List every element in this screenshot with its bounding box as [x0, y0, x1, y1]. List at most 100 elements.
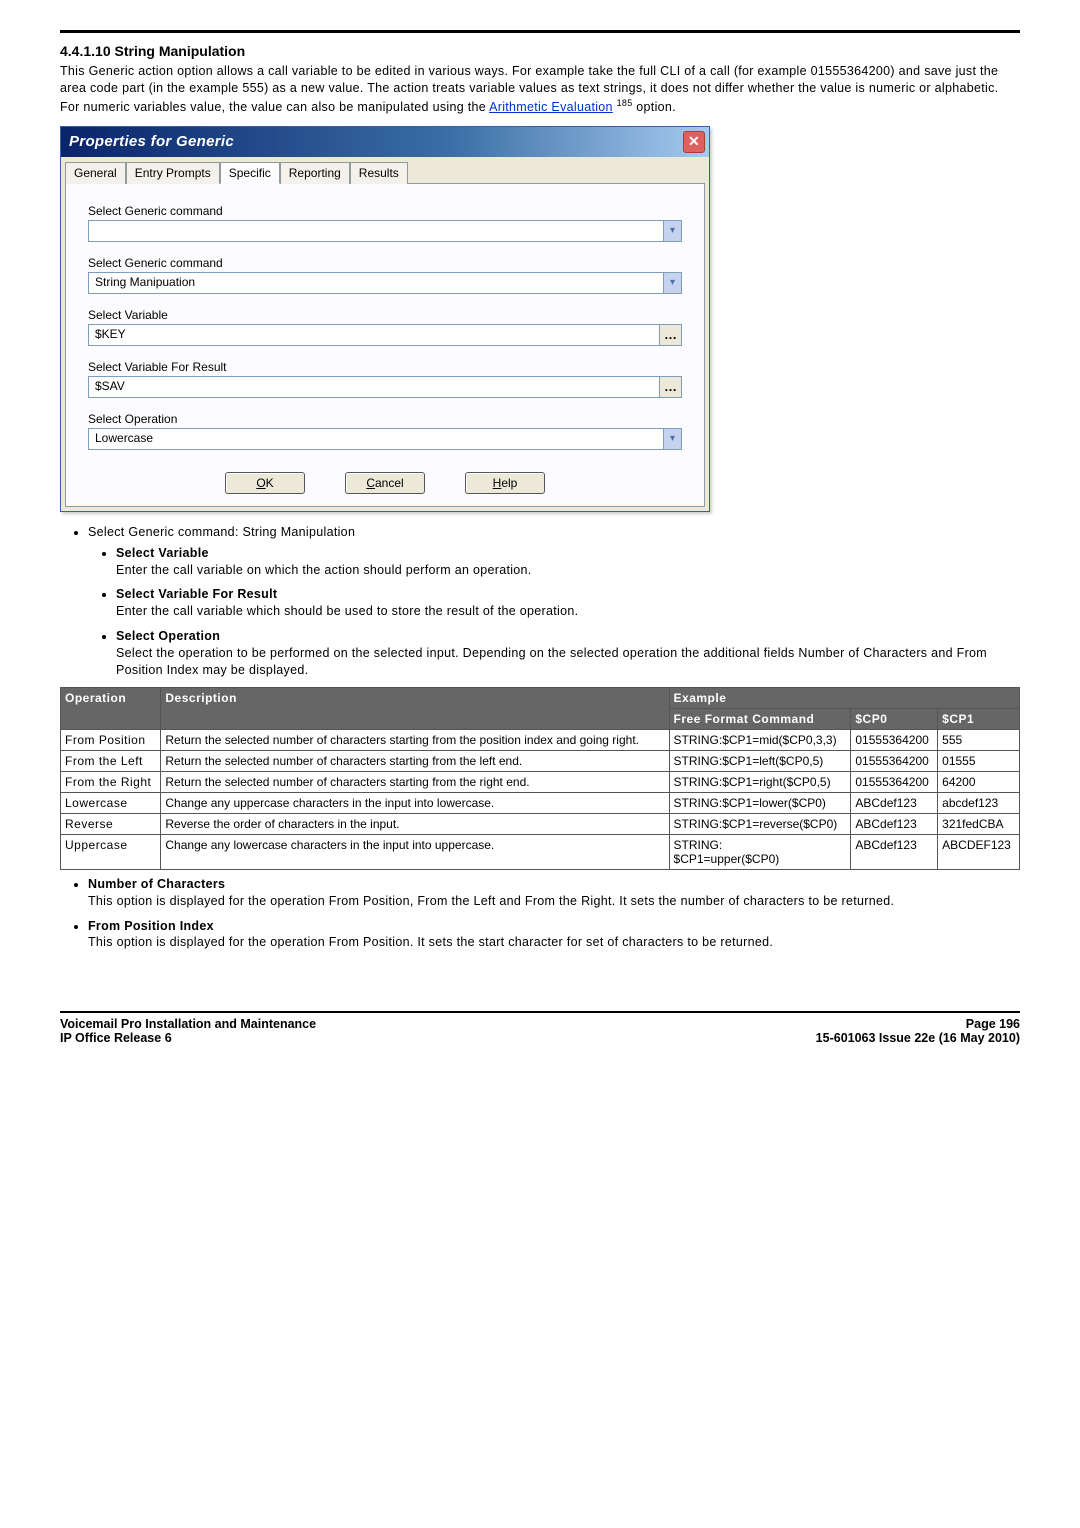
section-heading: 4.4.1.10 String Manipulation	[60, 43, 1020, 59]
ok-button[interactable]: OK	[225, 472, 305, 494]
so-title: Select Operation	[116, 629, 220, 643]
table-cell: Return the selected number of characters…	[161, 750, 669, 771]
table-cell: ABCdef123	[851, 834, 938, 869]
tab-reporting[interactable]: Reporting	[280, 162, 350, 184]
table-cell: 555	[938, 729, 1020, 750]
tab-results[interactable]: Results	[350, 162, 408, 184]
footer-right2: 15-601063 Issue 22e (16 May 2010)	[816, 1031, 1020, 1045]
table-cell: Lowercase	[61, 792, 161, 813]
chevron-down-icon[interactable]: ▾	[663, 429, 681, 449]
table-cell: ABCDEF123	[938, 834, 1020, 869]
so-text: Select the operation to be performed on …	[116, 646, 987, 677]
tabstrip: General Entry Prompts Specific Reporting…	[61, 157, 709, 183]
svr-title: Select Variable For Result	[116, 587, 277, 601]
table-row: From the RightReturn the selected number…	[61, 771, 1020, 792]
list-item: Select Generic command: String Manipulat…	[88, 524, 1020, 679]
table-cell: 01555364200	[851, 729, 938, 750]
svr-text: Enter the call variable which should be …	[116, 604, 578, 618]
table-cell: 321fedCBA	[938, 813, 1020, 834]
page-ref: 185	[617, 98, 633, 108]
dialog-body: Select Generic command ▾ Select Generic …	[65, 183, 705, 507]
th-ffc: Free Format Command	[669, 708, 851, 729]
table-cell: STRING:$CP1=lower($CP0)	[669, 792, 851, 813]
th-operation: Operation	[61, 687, 161, 729]
th-cp1: $CP1	[938, 708, 1020, 729]
arithmetic-eval-link[interactable]: Arithmetic Evaluation	[489, 100, 613, 114]
table-cell: Return the selected number of characters…	[161, 771, 669, 792]
cancel-button[interactable]: Cancel	[345, 472, 425, 494]
fpi-text: This option is displayed for the operati…	[88, 935, 773, 949]
sv-title: Select Variable	[116, 546, 209, 560]
generic-cmd2-value: String Manipuation	[89, 273, 663, 293]
page-footer: Voicemail Pro Installation and Maintenan…	[60, 1011, 1020, 1045]
generic-cmd-label: Select Generic command	[88, 204, 682, 218]
intro-part2: option.	[636, 100, 676, 114]
generic-cmd2-label: Select Generic command	[88, 256, 682, 270]
table-cell: STRING: $CP1=upper($CP0)	[669, 834, 851, 869]
list-item: Select Variable For Result Enter the cal…	[116, 586, 1020, 620]
table-row: ReverseReverse the order of characters i…	[61, 813, 1020, 834]
select-op-label: Select Operation	[88, 412, 682, 426]
table-cell: From the Right	[61, 771, 161, 792]
noc-title: Number of Characters	[88, 877, 225, 891]
sv-text: Enter the call variable on which the act…	[116, 563, 532, 577]
table-row: LowercaseChange any uppercase characters…	[61, 792, 1020, 813]
table-cell: Return the selected number of characters…	[161, 729, 669, 750]
top-rule	[60, 30, 1020, 33]
th-description: Description	[161, 687, 669, 729]
select-var-value: $KEY	[89, 325, 659, 345]
list-item: From Position Index This option is displ…	[88, 918, 1020, 952]
table-cell: 01555364200	[851, 771, 938, 792]
chevron-down-icon[interactable]: ▾	[663, 273, 681, 293]
table-cell: STRING:$CP1=right($CP0,5)	[669, 771, 851, 792]
th-cp0: $CP0	[851, 708, 938, 729]
noc-text: This option is displayed for the operati…	[88, 894, 894, 908]
tab-specific[interactable]: Specific	[220, 162, 280, 184]
close-icon[interactable]: ✕	[683, 131, 705, 153]
list-item: Number of Characters This option is disp…	[88, 876, 1020, 910]
fpi-title: From Position Index	[88, 919, 214, 933]
properties-dialog: Properties for Generic ✕ General Entry P…	[60, 126, 710, 512]
select-op-value: Lowercase	[89, 429, 663, 449]
ellipsis-icon[interactable]: …	[659, 325, 681, 345]
dialog-title: Properties for Generic	[69, 133, 234, 150]
list-item: Select Variable Enter the call variable …	[116, 545, 1020, 579]
table-cell: 64200	[938, 771, 1020, 792]
th-example: Example	[669, 687, 1019, 708]
table-cell: STRING:$CP1=left($CP0,5)	[669, 750, 851, 771]
dialog-titlebar: Properties for Generic ✕	[61, 127, 709, 157]
generic-cmd-value	[89, 221, 663, 241]
ellipsis-icon[interactable]: …	[659, 377, 681, 397]
table-cell: From Position	[61, 729, 161, 750]
generic-cmd-combo[interactable]: ▾	[88, 220, 682, 242]
table-cell: 01555	[938, 750, 1020, 771]
help-button[interactable]: Help	[465, 472, 545, 494]
table-cell: 01555364200	[851, 750, 938, 771]
table-cell: ABCdef123	[851, 813, 938, 834]
table-row: UppercaseChange any lowercase characters…	[61, 834, 1020, 869]
operations-table: Operation Description Example Free Forma…	[60, 687, 1020, 870]
l0-text: Select Generic command: String Manipulat…	[88, 525, 355, 539]
chevron-down-icon[interactable]: ▾	[663, 221, 681, 241]
footer-left2: IP Office Release 6	[60, 1031, 316, 1045]
select-var-field[interactable]: $KEY …	[88, 324, 682, 346]
table-cell: Reverse	[61, 813, 161, 834]
select-var-result-field[interactable]: $SAV …	[88, 376, 682, 398]
generic-cmd2-combo[interactable]: String Manipuation ▾	[88, 272, 682, 294]
dialog-buttons: OK Cancel Help	[88, 472, 682, 494]
tab-entry-prompts[interactable]: Entry Prompts	[126, 162, 220, 184]
post-list: Number of Characters This option is disp…	[60, 876, 1020, 952]
table-cell: Reverse the order of characters in the i…	[161, 813, 669, 834]
doc-list: Select Generic command: String Manipulat…	[60, 524, 1020, 679]
select-op-combo[interactable]: Lowercase ▾	[88, 428, 682, 450]
select-var-result-label: Select Variable For Result	[88, 360, 682, 374]
table-cell: STRING:$CP1=mid($CP0,3,3)	[669, 729, 851, 750]
table-cell: ABCdef123	[851, 792, 938, 813]
table-cell: Change any uppercase characters in the i…	[161, 792, 669, 813]
select-var-result-value: $SAV	[89, 377, 659, 397]
footer-left1: Voicemail Pro Installation and Maintenan…	[60, 1017, 316, 1031]
intro-paragraph: This Generic action option allows a call…	[60, 63, 1020, 116]
table-cell: STRING:$CP1=reverse($CP0)	[669, 813, 851, 834]
tab-general[interactable]: General	[65, 162, 126, 184]
table-cell: From the Left	[61, 750, 161, 771]
